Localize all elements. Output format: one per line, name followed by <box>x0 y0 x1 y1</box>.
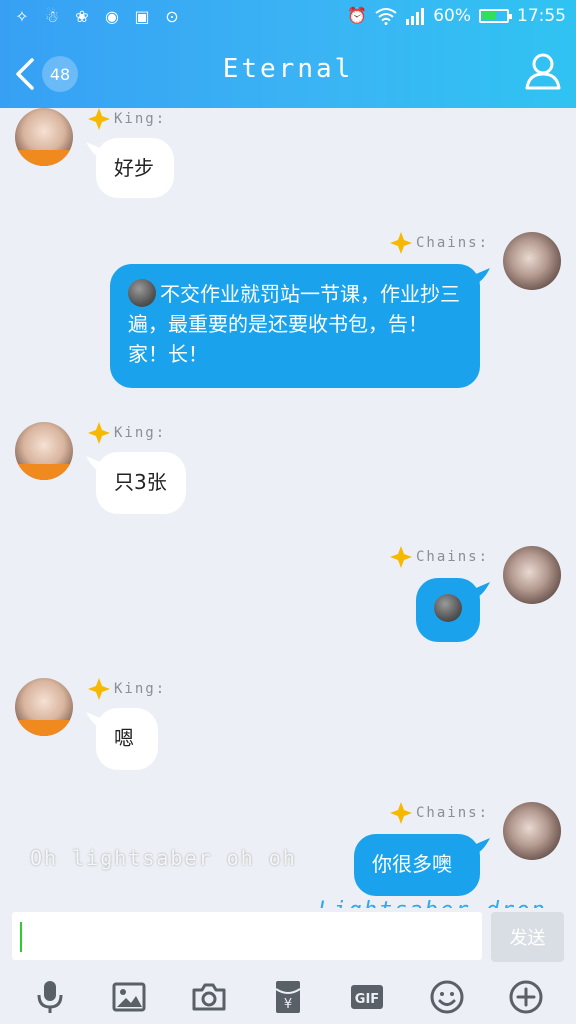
message-text: 你很多噢 <box>372 852 452 876</box>
star-badge-icon <box>88 422 110 444</box>
sender-tag: King: <box>88 422 166 444</box>
gif-icon: GIF <box>351 985 384 1009</box>
status-bar: ✧ ☃ ❀ ◉ ▣ ⊙ ⏰ 60% 17:55 <box>0 0 576 36</box>
send-button[interactable]: 发送 <box>491 912 564 962</box>
camera-button[interactable] <box>189 977 229 1017</box>
message-bubble[interactable]: 不交作业就罚站一节课，作业抄三遍，最重要的是还要收书包，告！家！长！ <box>110 264 480 388</box>
message-text: 只3张 <box>114 470 167 494</box>
sender-tag: King: <box>88 108 166 130</box>
voice-button[interactable] <box>30 977 70 1017</box>
star-badge-icon <box>88 678 110 700</box>
star-badge-icon <box>390 802 412 824</box>
signal-icon <box>406 8 425 25</box>
more-button[interactable] <box>506 977 546 1017</box>
message-list[interactable]: King: 好步 Chains: 不交作业就罚站一节课，作业抄三遍，最重要的是还… <box>0 108 576 923</box>
input-area: 发送 ¥ GIF <box>0 908 576 1024</box>
text-cursor <box>20 922 22 952</box>
nav-bar: 48 Eternal <box>0 36 576 108</box>
camera-icon <box>192 983 226 1011</box>
bird-notification-icon: ✧ <box>15 7 29 26</box>
sender-tag: Chains: <box>390 802 489 824</box>
red-packet-label: ¥ <box>284 997 292 1012</box>
message-input[interactable] <box>12 912 482 960</box>
mic-icon <box>37 981 63 1013</box>
avatar-chains[interactable] <box>503 802 561 860</box>
star-badge-icon <box>88 108 110 130</box>
gif-label: GIF <box>355 992 379 1007</box>
star-badge-icon <box>390 232 412 254</box>
group-profile-icon[interactable] <box>524 50 562 92</box>
avatar-king[interactable] <box>15 422 73 480</box>
clock: 17:55 <box>517 6 566 26</box>
emoji-button[interactable] <box>427 977 467 1017</box>
sender-tag: Chains: <box>390 546 489 568</box>
sender-name: Chains: <box>416 549 490 565</box>
battery-level <box>482 12 496 20</box>
wifi-icon <box>375 8 397 25</box>
alarm-icon: ⏰ <box>347 6 368 25</box>
more-notifications-icon: ⊙ <box>165 7 179 26</box>
plus-icon <box>509 980 543 1014</box>
sender-tag: Chains: <box>390 232 489 254</box>
gallery-icon: ▣ <box>134 7 150 26</box>
message-bubble[interactable]: 只3张 <box>96 452 186 514</box>
avatar-king[interactable] <box>15 678 73 736</box>
red-packet-icon: ¥ <box>275 981 301 1013</box>
sender-tag: King: <box>88 678 166 700</box>
avatar-chains[interactable] <box>503 232 561 290</box>
avatar-king[interactable] <box>15 108 73 166</box>
red-packet-button[interactable]: ¥ <box>268 977 308 1017</box>
sender-name: King: <box>114 681 167 697</box>
sender-name: Chains: <box>416 805 490 821</box>
chat-header: ✧ ☃ ❀ ◉ ▣ ⊙ ⏰ 60% 17:55 48 Eternal <box>0 0 576 108</box>
message-bubble[interactable] <box>416 578 480 642</box>
input-toolbar: ¥ GIF <box>0 972 576 1022</box>
message-text: 不交作业就罚站一节课，作业抄三遍，最重要的是还要收书包，告！家！长！ <box>128 282 460 366</box>
new-moon-face-icon <box>434 594 462 622</box>
avatar-chains[interactable] <box>503 546 561 604</box>
new-moon-face-icon <box>128 279 156 307</box>
image-button[interactable] <box>109 977 149 1017</box>
message-bubble[interactable]: 好步 <box>96 138 174 198</box>
message-text: 嗯 <box>114 726 134 750</box>
chat-title: Eternal <box>222 54 354 84</box>
battery-percent: 60% <box>433 6 471 26</box>
star-badge-icon <box>390 546 412 568</box>
message-bubble[interactable]: 嗯 <box>96 708 158 770</box>
lyric-overlay: Oh lightsaber oh oh <box>30 846 297 870</box>
battery-icon <box>479 9 512 23</box>
emoji-icon <box>430 980 464 1014</box>
message-text: 好步 <box>114 156 154 180</box>
sender-name: King: <box>114 425 167 441</box>
sender-name: Chains: <box>416 235 490 251</box>
weibo-icon: ◉ <box>105 7 119 26</box>
sender-name: King: <box>114 111 167 127</box>
message-bubble[interactable]: 你很多噢 <box>354 834 480 896</box>
qq-penguin-icon: ☃ <box>44 7 60 26</box>
gif-button[interactable]: GIF <box>347 977 387 1017</box>
paw-icon: ❀ <box>75 7 89 26</box>
image-icon <box>112 982 146 1012</box>
